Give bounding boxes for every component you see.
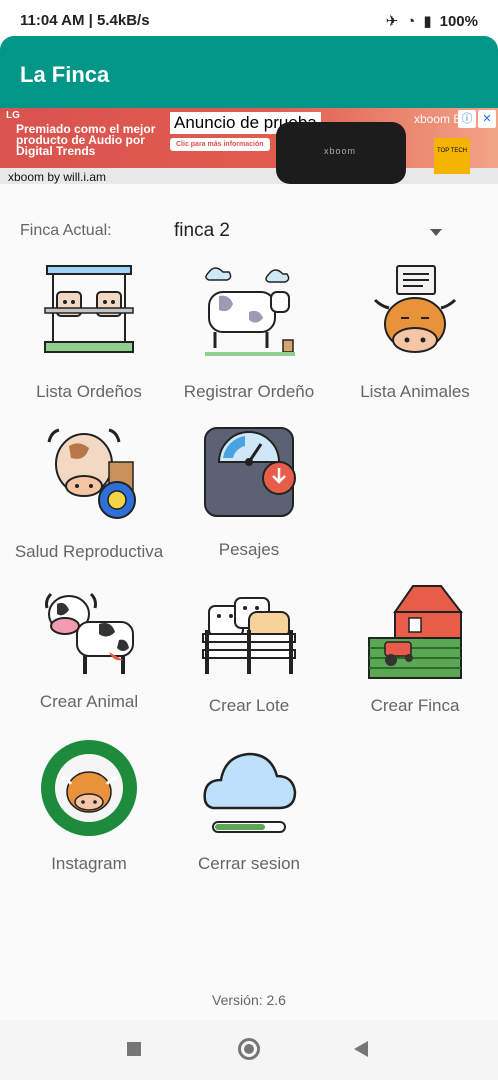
menu-instagram[interactable]: Instagram (6, 738, 172, 888)
battery-percent: 100% (439, 12, 478, 30)
ad-cta-button[interactable]: Clic para más información (170, 138, 270, 151)
menu-label: Crear Finca (370, 696, 460, 715)
menu-lista-animales[interactable]: Lista Animales (332, 262, 498, 412)
menu-label: Pesajes (218, 540, 280, 559)
ad-speaker-image: xboom (276, 122, 406, 184)
ad-brand-right: xboom B (414, 112, 462, 126)
ad-banner[interactable]: LG Premiado como el mejor producto de Au… (0, 108, 498, 184)
cow-list-icon (373, 265, 457, 353)
ad-headline: Premiado como el mejor producto de Audio… (16, 122, 156, 158)
app-version: Versión: 2.6 (212, 992, 286, 1008)
cattle-fence-icon (202, 597, 296, 674)
menu-registrar-ordeno[interactable]: Registrar Ordeño (166, 262, 332, 412)
ad-close-icon[interactable]: ✕ (478, 110, 496, 128)
menu-label: Registrar Ordeño (183, 382, 315, 401)
ad-award-badge: TOP TECH (434, 138, 470, 174)
menu-cerrar-sesion[interactable]: Cerrar sesion (166, 738, 332, 888)
app-bar: La Finca (0, 36, 498, 108)
battery-icon: ▮ (423, 13, 432, 30)
menu-label: Crear Animal (39, 692, 139, 711)
menu-label: Lista Animales (360, 382, 470, 401)
status-bar: 11:04 AM | 5.4kB/s ✈ ◔ ▮ 100% (0, 0, 498, 40)
farm-icon (368, 585, 464, 679)
ad-brand-lg: LG (6, 110, 20, 121)
wifi-icon: ◔ (406, 12, 416, 30)
finca-dropdown[interactable]: finca 2 (172, 218, 452, 248)
menu-label: Lista Ordeños (36, 382, 142, 401)
menu-crear-animal[interactable]: Crear Animal (6, 582, 172, 732)
menu-label: Salud Reproductiva (14, 542, 164, 561)
menu-label: Instagram (51, 854, 127, 873)
home-icon[interactable] (238, 1038, 260, 1060)
menu-salud-reproductiva[interactable]: Salud Reproductiva (6, 422, 172, 572)
agroventas-logo (41, 740, 137, 836)
back-icon[interactable] (354, 1041, 368, 1057)
milking-station-icon (44, 265, 134, 353)
menu-label: Cerrar sesion (197, 854, 301, 873)
dropdown-arrow-icon (430, 229, 442, 236)
cow-icon (45, 592, 134, 674)
scale-icon (204, 427, 296, 517)
finca-selected-value: finca 2 (174, 220, 230, 241)
menu-crear-finca[interactable]: Crear Finca (332, 582, 498, 732)
recents-icon[interactable] (127, 1042, 141, 1056)
ad-info-icon[interactable]: ⓘ (458, 110, 476, 128)
system-nav-bar (0, 1020, 498, 1080)
menu-label: Crear Lote (208, 696, 290, 715)
finca-label: Finca Actual: (20, 222, 112, 239)
menu-crear-lote[interactable]: Crear Lote (166, 582, 332, 732)
airplane-icon: ✈ (385, 13, 399, 30)
status-time: 11:04 AM | 5.4kB/s (20, 12, 150, 29)
cloud-logout-icon (203, 752, 297, 833)
app-title: La Finca (20, 62, 110, 87)
ad-brand-bottom: xboom by will.i.am (8, 170, 107, 184)
cow-health-icon (47, 428, 136, 519)
menu-lista-ordenos[interactable]: Lista Ordeños (6, 262, 172, 412)
cow-milking-icon (205, 267, 295, 356)
menu-pesajes[interactable]: Pesajes (166, 422, 332, 572)
